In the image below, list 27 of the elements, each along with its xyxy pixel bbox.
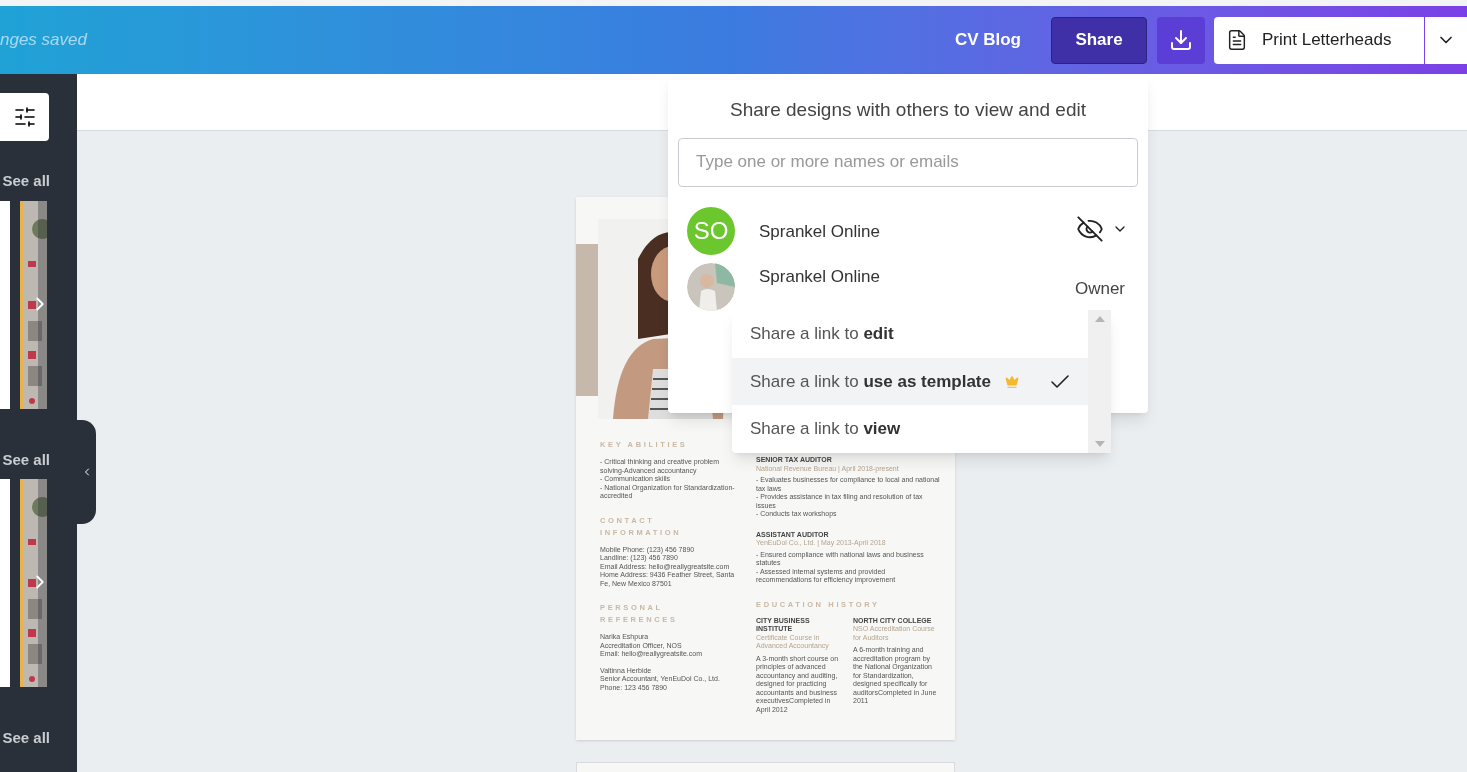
person-name: Sprankel Online	[759, 220, 880, 243]
person-name: Sprankel Online	[759, 265, 880, 288]
menu-option[interactable]: Share a link to edit	[732, 310, 1088, 358]
email-input[interactable]: Type one or more names or emails	[678, 137, 1138, 187]
document-icon	[1226, 29, 1248, 51]
share-button[interactable]: Share	[1051, 16, 1147, 64]
template-thumbnail[interactable]	[0, 200, 10, 409]
design-title[interactable]: CV Blog	[954, 27, 1021, 53]
download-icon	[1169, 28, 1193, 52]
see-all-link[interactable]: See all	[2, 170, 50, 193]
role-label: Owner	[1074, 277, 1126, 300]
dropdown-button[interactable]	[1425, 16, 1467, 64]
menu-option[interactable]: Share a link to view	[732, 405, 1088, 453]
filter-button[interactable]	[0, 93, 49, 141]
save-status: nges saved	[0, 29, 87, 52]
crown-icon	[1004, 374, 1019, 389]
see-all-link[interactable]: See all	[2, 448, 50, 471]
sliders-icon	[12, 105, 37, 129]
scroll-up-icon	[1094, 316, 1105, 322]
menu-option[interactable]: Share a link to use as template	[732, 357, 1088, 406]
template-thumbnail[interactable]	[0, 479, 10, 687]
print-button[interactable]: Print Letterheads	[1214, 16, 1424, 64]
panel-heading: Share designs with others to view and edit	[729, 98, 1087, 122]
scroll-down-icon	[1094, 441, 1105, 447]
see-all-link[interactable]: See all	[2, 727, 50, 750]
download-button[interactable]	[1157, 16, 1205, 64]
collapse-tab[interactable]	[77, 420, 96, 524]
